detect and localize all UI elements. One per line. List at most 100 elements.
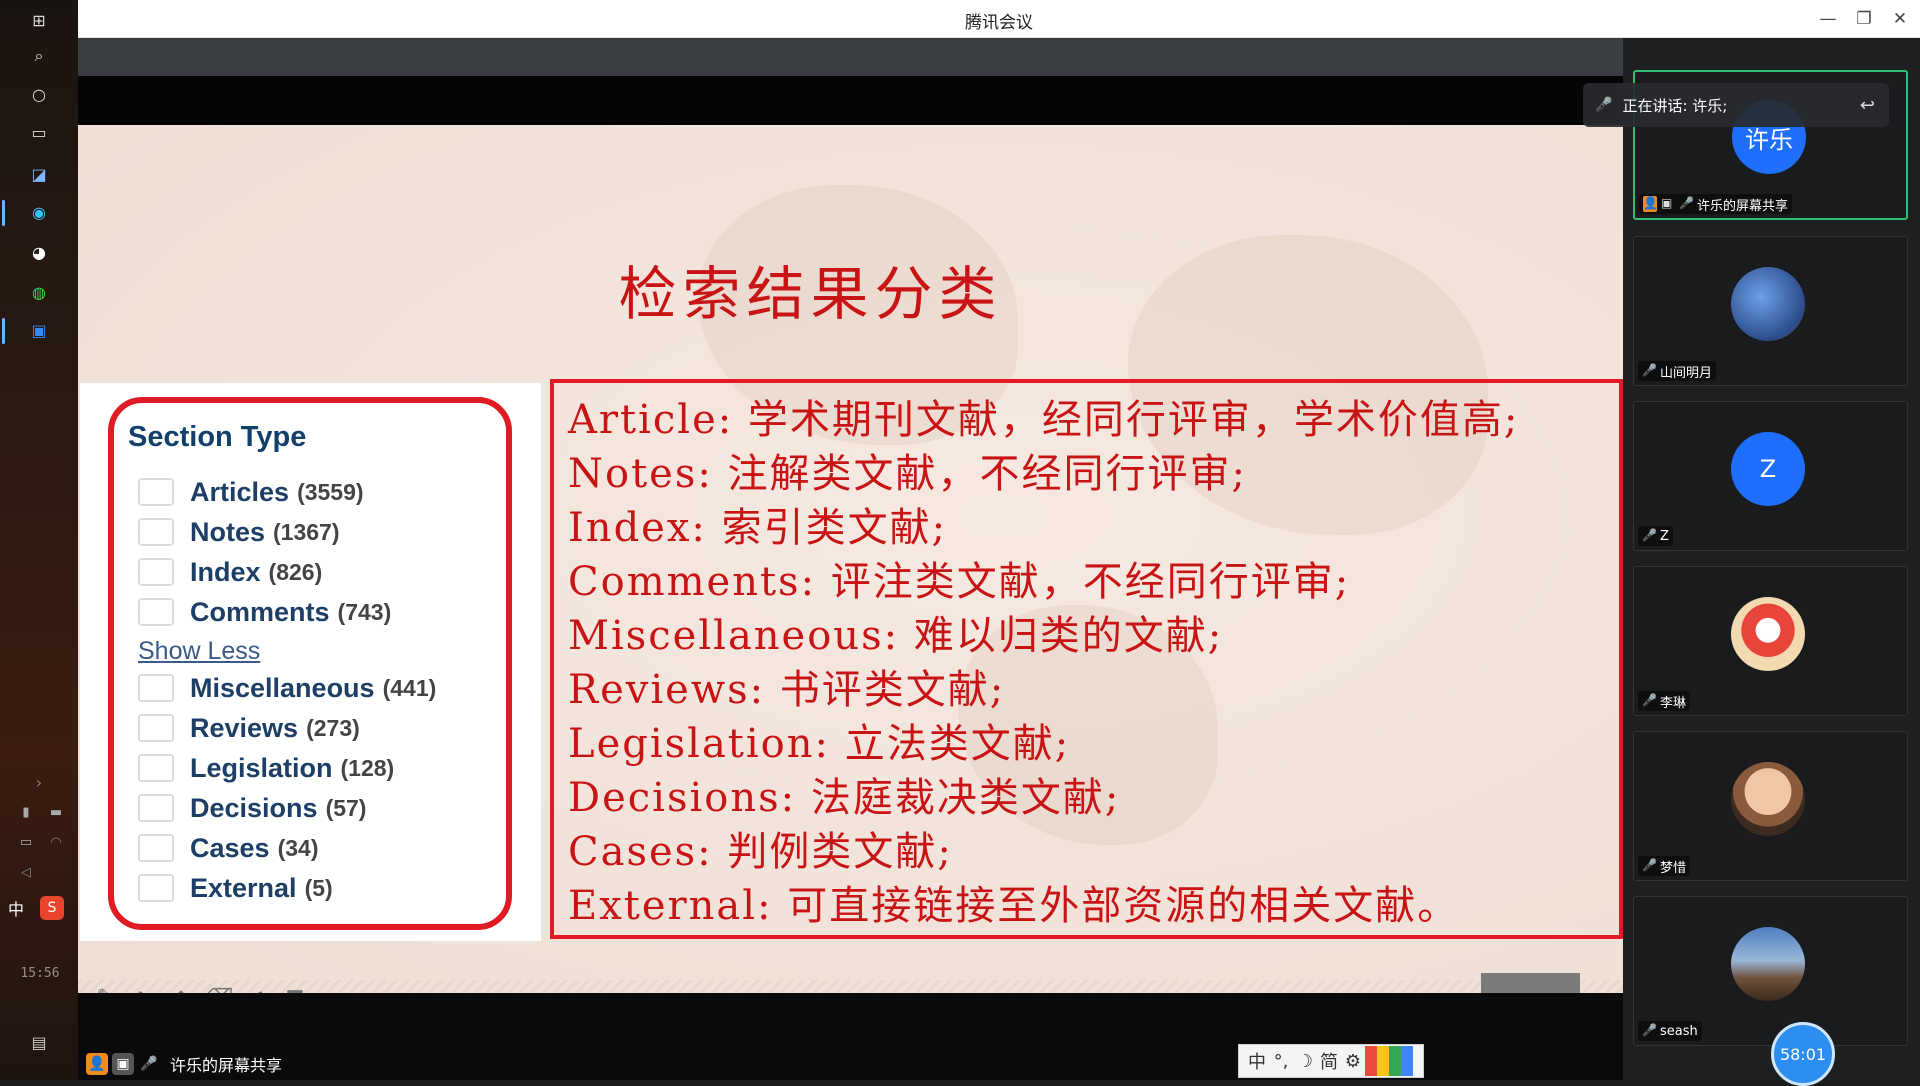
ime-toolbar: 中 °, ☽ 简 ⚙	[1238, 1044, 1424, 1078]
section-item-cases[interactable]: Cases (34)	[138, 831, 318, 865]
section-item-index[interactable]: Index (826)	[138, 555, 322, 589]
participant-tile[interactable]: 🎤 山间明月	[1633, 236, 1908, 386]
ime-chinese-mode[interactable]: 中	[1245, 1049, 1269, 1073]
meeting-timer[interactable]: 58:01	[1771, 1022, 1835, 1086]
participant-tile[interactable]: Z 🎤 Z	[1633, 401, 1908, 551]
checkbox[interactable]	[138, 478, 174, 506]
participant-tile[interactable]: 🎤 李琳	[1633, 566, 1908, 716]
definition-line: Cases: 判例类文献;	[568, 829, 953, 875]
ime-settings-icon[interactable]: ⚙	[1341, 1049, 1365, 1073]
tray-display-icon[interactable]: ▭	[14, 830, 38, 854]
meeting-window: 腾讯会议 — ❐ ✕ 检索结果分类 Section Type Articles …	[78, 0, 1920, 1086]
section-item-decisions[interactable]: Decisions (57)	[138, 791, 366, 825]
mic-muted-icon: 🎤	[1642, 693, 1657, 707]
tray-battery-icon[interactable]: ▬	[44, 800, 68, 824]
app-pinned-icon[interactable]: ◪	[27, 162, 51, 186]
participant-name: Z	[1660, 528, 1669, 544]
participant-tile[interactable]: 🎤 seash	[1633, 896, 1908, 1046]
section-item-external[interactable]: External (5)	[138, 871, 333, 905]
floating-gray-tile	[1481, 973, 1580, 993]
section-item-articles[interactable]: Articles (3559)	[138, 475, 364, 509]
sogou-ime-icon[interactable]: S	[40, 896, 64, 920]
show-less-link[interactable]: Show Less	[138, 637, 260, 666]
definition-line: External: 可直接链接至外部资源的相关文献。	[568, 883, 1460, 929]
checkbox[interactable]	[138, 674, 174, 702]
checkbox[interactable]	[138, 714, 174, 742]
checkbox[interactable]	[138, 834, 174, 862]
checkbox[interactable]	[138, 754, 174, 782]
definition-line: Reviews: 书评类文献;	[568, 667, 1006, 713]
search-icon[interactable]: ⌕	[27, 44, 51, 68]
avatar: Z	[1731, 432, 1805, 506]
section-item-label: Index	[190, 556, 261, 587]
tencent-meeting-icon[interactable]: ▣	[27, 318, 51, 342]
restore-button[interactable]: ❐	[1850, 6, 1878, 32]
cortana-icon[interactable]: ○	[27, 82, 51, 106]
close-button[interactable]: ✕	[1886, 6, 1914, 32]
pen-icon[interactable]: ✎	[92, 983, 118, 993]
record-icon[interactable]: ■	[282, 983, 308, 993]
screen-share-icon: ▣	[1661, 196, 1673, 210]
task-view-icon[interactable]: ▭	[27, 120, 51, 144]
minimize-button[interactable]: —	[1814, 6, 1842, 32]
section-item-label: Legislation	[190, 752, 333, 783]
avatar	[1731, 927, 1805, 1001]
section-item-legislation[interactable]: Legislation (128)	[138, 751, 394, 785]
screen-share-icon: ▣	[112, 1053, 134, 1075]
qq-icon[interactable]: ◕	[27, 240, 51, 264]
curve-icon[interactable]: ∿	[130, 983, 156, 993]
ime-moon-icon[interactable]: ☽	[1293, 1049, 1317, 1073]
annotation-toolbar	[78, 980, 1623, 993]
definition-line: Decisions: 法庭裁决类文献;	[568, 775, 1121, 821]
ime-indicator[interactable]: 中	[4, 896, 28, 920]
section-item-label: Cases	[190, 832, 270, 863]
share-status-bar: 👤 ▣ 🎤 许乐的屏幕共享	[78, 1048, 282, 1080]
pointer-icon[interactable]: ➶	[244, 983, 270, 993]
checkbox[interactable]	[138, 518, 174, 546]
participant-tile[interactable]: 🎤 梦惜	[1633, 731, 1908, 881]
tray-wifi-icon[interactable]: ◠	[44, 830, 68, 854]
tray-chevron-icon[interactable]: ›	[27, 770, 51, 794]
definition-line: Comments: 评注类文献，不经同行评审;	[568, 559, 1351, 605]
section-item-miscellaneous[interactable]: Miscellaneous (441)	[138, 671, 436, 705]
checkbox[interactable]	[138, 874, 174, 902]
title-bar: 腾讯会议 — ❐ ✕	[78, 0, 1920, 38]
windows-taskbar: ⊞ ⌕ ○ ▭ ◪ ◉ ◕ ◍ ▣ › ▮ ▬ ▭ ◠ ◁ 中 S 15:56 …	[0, 0, 78, 1080]
tray-clock[interactable]: 15:56	[10, 966, 70, 981]
checkbox[interactable]	[138, 794, 174, 822]
section-item-comments[interactable]: Comments (743)	[138, 595, 391, 629]
speaking-text: 正在讲话: 许乐;	[1622, 96, 1728, 115]
section-item-label: Decisions	[190, 792, 318, 823]
checkbox[interactable]	[138, 598, 174, 626]
participant-label: 👤 ▣ 🎤 许乐的屏幕共享	[1639, 194, 1793, 214]
section-item-count: (128)	[340, 754, 395, 781]
section-item-label: Notes	[190, 516, 266, 547]
screen-share-area: 检索结果分类 Section Type Articles (3559) Note…	[78, 38, 1623, 1080]
section-item-count: (273)	[306, 714, 360, 741]
eraser-icon[interactable]: ⌫	[205, 983, 233, 993]
tray-volume-icon[interactable]: ◁	[14, 860, 38, 884]
section-item-count: (34)	[277, 834, 319, 861]
fill-icon[interactable]: ◆	[168, 983, 194, 993]
checkbox[interactable]	[138, 558, 174, 586]
ime-punctuation[interactable]: °,	[1269, 1049, 1293, 1073]
section-item-reviews[interactable]: Reviews (273)	[138, 711, 360, 745]
participant-label: 🎤 seash	[1638, 1021, 1702, 1041]
section-item-label: Articles	[190, 476, 290, 507]
definitions-box: Article: 学术期刊文献，经同行评审，学术价值高; Notes: 注解类文…	[550, 379, 1623, 939]
wechat-icon[interactable]: ◍	[27, 280, 51, 304]
notification-icon[interactable]: ▤	[27, 1030, 51, 1054]
mic-icon: 🎤	[140, 1056, 158, 1072]
windows-start-icon[interactable]: ⊞	[27, 8, 51, 32]
definition-line: Notes: 注解类文献，不经同行评审;	[568, 451, 1248, 497]
reply-icon[interactable]: ↩	[1860, 95, 1875, 116]
participant-label: 🎤 梦惜	[1638, 856, 1691, 876]
ime-simplified[interactable]: 简	[1317, 1049, 1341, 1073]
taskbar-active-indicator-2	[2, 318, 5, 344]
section-item-label: Reviews	[190, 712, 299, 743]
section-type-heading: Section Type	[128, 421, 307, 453]
section-item-label: External	[190, 872, 297, 903]
tray-usb-icon[interactable]: ▮	[14, 800, 38, 824]
section-item-notes[interactable]: Notes (1367)	[138, 515, 340, 549]
edge-browser-icon[interactable]: ◉	[27, 200, 51, 224]
